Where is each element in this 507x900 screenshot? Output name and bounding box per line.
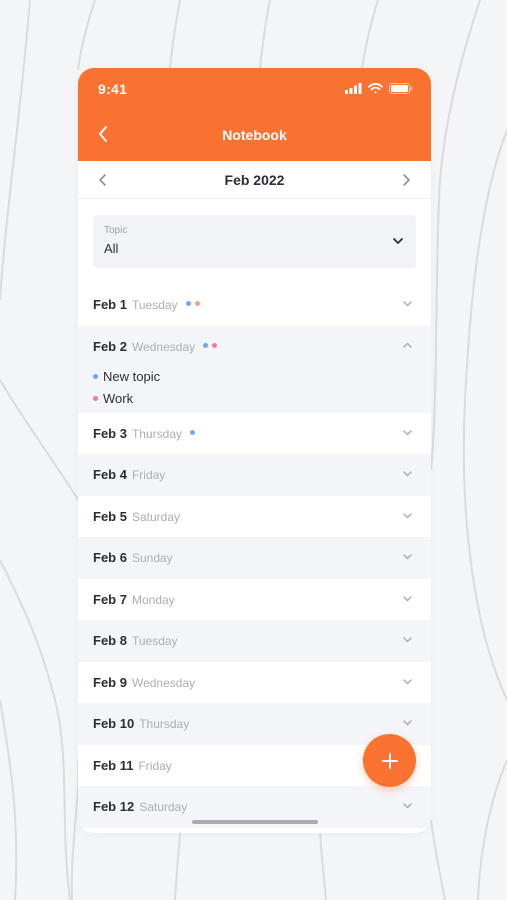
day-topic-list: New topic Work — [93, 366, 160, 410]
day-header: Feb 9 Wednesday — [93, 675, 195, 690]
chevron-down-icon[interactable] — [401, 799, 414, 812]
day-weekday: Wednesday — [131, 339, 196, 354]
day-row[interactable]: Feb 7 Monday — [78, 579, 431, 621]
day-weekday: Sunday — [131, 551, 173, 565]
day-weekday: Monday — [131, 592, 175, 607]
chevron-up-icon[interactable] — [401, 339, 414, 352]
day-weekday: Thursday — [139, 717, 190, 731]
topic-list-item[interactable]: New topic — [93, 366, 160, 388]
topic-dot — [185, 301, 191, 306]
day-header: Feb 10 Thursday — [93, 716, 189, 731]
topic-list-item[interactable]: Work — [93, 388, 160, 410]
add-note-button[interactable] — [363, 734, 416, 787]
day-weekday: Tuesday — [131, 298, 178, 312]
day-date: Feb 1 — [93, 297, 127, 312]
day-weekday: Saturday — [131, 509, 180, 524]
day-header: Feb 4 Friday — [93, 467, 165, 482]
status-time: 9:41 — [98, 81, 128, 97]
topic-dots — [203, 342, 218, 348]
topic-dot — [212, 342, 218, 348]
topic-dot — [93, 396, 98, 401]
topic-dot — [194, 301, 200, 306]
day-date: Feb 12 — [93, 799, 135, 814]
status-icons — [345, 83, 413, 94]
month-label: Feb 2022 — [224, 171, 285, 188]
day-weekday: Saturday — [139, 800, 188, 814]
day-date: Feb 10 — [93, 716, 135, 731]
chevron-down-icon[interactable] — [401, 509, 414, 522]
chevron-down-icon — [393, 238, 403, 244]
day-date: Feb 9 — [93, 674, 127, 690]
chevron-down-icon[interactable] — [401, 297, 414, 310]
day-weekday: Friday — [138, 758, 172, 773]
topic-caption: Topic — [104, 225, 128, 236]
topic-dots — [190, 429, 195, 435]
wifi-icon — [368, 83, 383, 94]
chevron-down-icon[interactable] — [401, 550, 414, 563]
chevron-down-icon[interactable] — [401, 675, 414, 688]
day-weekday: Friday — [131, 468, 166, 482]
topic-dot — [203, 342, 209, 348]
chevron-down-icon[interactable] — [401, 633, 414, 646]
day-header: Feb 5 Saturday — [93, 509, 180, 524]
day-header: Feb 12 Saturday — [93, 799, 187, 814]
day-row[interactable]: Feb 5 Saturday — [78, 496, 431, 538]
page-title: Notebook — [222, 127, 287, 143]
day-date: Feb 7 — [93, 591, 127, 607]
day-row[interactable]: Feb 9 Wednesday — [78, 662, 431, 704]
day-date: Feb 5 — [93, 508, 127, 524]
day-row[interactable]: Feb 4 Friday — [78, 454, 431, 496]
topic-dot — [93, 374, 98, 379]
day-header: Feb 8 Tuesday — [93, 633, 178, 648]
day-date: Feb 4 — [93, 467, 127, 482]
day-date: Feb 3 — [93, 425, 127, 441]
day-weekday: Wednesday — [131, 675, 196, 690]
header-bar: 9:41 Notebook — [78, 68, 431, 161]
topic-value: All — [104, 241, 119, 256]
day-date: Feb 6 — [93, 550, 127, 565]
day-header: Feb 1 Tuesday — [93, 297, 200, 312]
month-selector: Feb 2022 — [78, 161, 431, 199]
chevron-right-icon — [403, 174, 410, 186]
topic-dots — [185, 301, 200, 306]
day-row[interactable]: Feb 8 Tuesday — [78, 620, 431, 662]
day-header: Feb 2 Wednesday — [93, 338, 218, 354]
topic-label: New topic — [103, 369, 161, 384]
previous-month-button[interactable] — [95, 172, 111, 188]
day-header: Feb 11 Friday — [93, 758, 172, 773]
day-row[interactable]: Feb 2 Wednesday New topic Work — [78, 325, 431, 413]
chevron-down-icon[interactable] — [401, 716, 414, 729]
day-date: Feb 11 — [93, 757, 134, 773]
day-header: Feb 6 Sunday — [93, 550, 173, 565]
day-weekday: Tuesday — [131, 634, 178, 648]
plus-icon — [381, 752, 398, 769]
day-header: Feb 3 Thursday — [93, 426, 195, 441]
day-weekday: Thursday — [131, 426, 182, 441]
chevron-down-icon[interactable] — [401, 467, 414, 480]
chevron-down-icon[interactable] — [401, 592, 414, 605]
next-month-button[interactable] — [398, 172, 414, 188]
chevron-left-icon — [99, 174, 106, 186]
day-date: Feb 2 — [93, 338, 127, 354]
phone-screen: 9:41 Notebook Feb 2022 Topic All Feb 1 T… — [78, 68, 431, 833]
home-indicator — [192, 820, 318, 824]
topic-dropdown[interactable]: Topic All — [93, 215, 416, 268]
battery-icon — [389, 83, 413, 94]
chevron-down-icon[interactable] — [401, 426, 414, 439]
topic-label: Work — [103, 391, 134, 406]
day-row[interactable]: Feb 3 Thursday — [78, 413, 431, 455]
day-date: Feb 8 — [93, 633, 127, 648]
day-row[interactable]: Feb 6 Sunday — [78, 537, 431, 579]
topic-dot — [190, 429, 195, 435]
signal-icon — [345, 83, 362, 94]
day-header: Feb 7 Monday — [93, 592, 175, 607]
day-row[interactable]: Feb 1 Tuesday — [78, 284, 431, 326]
